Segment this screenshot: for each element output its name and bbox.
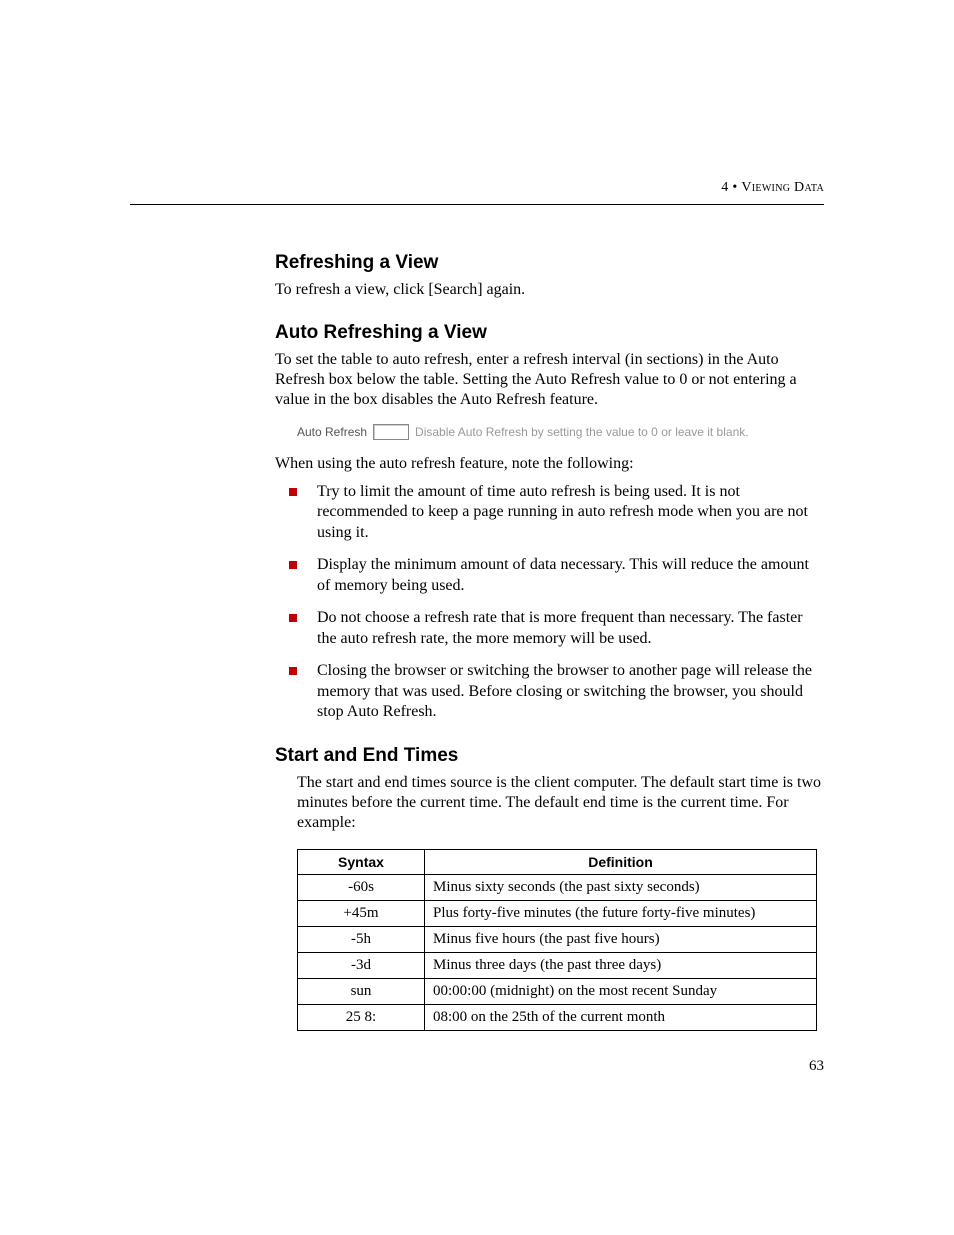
- cell-syntax: -3d: [298, 952, 425, 978]
- bullet-icon: [289, 667, 297, 675]
- auto-refresh-input[interactable]: [373, 424, 409, 440]
- chapter-number: 4: [721, 180, 728, 195]
- heading-auto-refreshing: Auto Refreshing a View: [275, 322, 824, 344]
- table-row: -5h Minus five hours (the past five hour…: [298, 926, 817, 952]
- heading-start-end: Start and End Times: [275, 745, 824, 767]
- syntax-table: Syntax Definition -60s Minus sixty secon…: [297, 849, 817, 1031]
- list-item: Closing the browser or switching the bro…: [275, 661, 824, 722]
- cell-definition: Minus sixty seconds (the past sixty seco…: [425, 874, 817, 900]
- cell-syntax: +45m: [298, 900, 425, 926]
- bullet-icon: [289, 614, 297, 622]
- table-row: -3d Minus three days (the past three day…: [298, 952, 817, 978]
- cell-syntax: -60s: [298, 874, 425, 900]
- refreshing-body: To refresh a view, click [Search] again.: [275, 280, 824, 300]
- table-row: -60s Minus sixty seconds (the past sixty…: [298, 874, 817, 900]
- cell-definition: 08:00 on the 25th of the current month: [425, 1004, 817, 1030]
- th-syntax: Syntax: [298, 849, 425, 874]
- chapter-title: Viewing Data: [741, 180, 824, 195]
- running-header: 4 • Viewing Data: [721, 180, 824, 196]
- cell-definition: Plus forty-five minutes (the future fort…: [425, 900, 817, 926]
- table-row: sun 00:00:00 (midnight) on the most rece…: [298, 978, 817, 1004]
- cell-syntax: 25 8:: [298, 1004, 425, 1030]
- cell-definition: Minus five hours (the past five hours): [425, 926, 817, 952]
- bullet-text: Try to limit the amount of time auto ref…: [317, 483, 808, 541]
- list-item: Do not choose a refresh rate that is mor…: [275, 608, 824, 649]
- auto-refresh-hint: Disable Auto Refresh by setting the valu…: [415, 425, 749, 439]
- bullet-icon: [289, 488, 297, 496]
- th-definition: Definition: [425, 849, 817, 874]
- cell-syntax: sun: [298, 978, 425, 1004]
- cell-definition: 00:00:00 (midnight) on the most recent S…: [425, 978, 817, 1004]
- table-row: 25 8: 08:00 on the 25th of the current m…: [298, 1004, 817, 1030]
- list-item: Display the minimum amount of data neces…: [275, 555, 824, 596]
- auto-refreshing-note-intro: When using the auto refresh feature, not…: [275, 454, 824, 474]
- bullet-text: Do not choose a refresh rate that is mor…: [317, 609, 803, 646]
- heading-refreshing: Refreshing a View: [275, 252, 824, 274]
- auto-refresh-label: Auto Refresh: [297, 425, 367, 439]
- cell-definition: Minus three days (the past three days): [425, 952, 817, 978]
- bullet-text: Display the minimum amount of data neces…: [317, 556, 809, 593]
- bullet-text: Closing the browser or switching the bro…: [317, 662, 812, 720]
- header-rule: [130, 204, 824, 205]
- cell-syntax: -5h: [298, 926, 425, 952]
- content-area: Refreshing a View To refresh a view, cli…: [275, 252, 824, 1031]
- header-separator: •: [732, 180, 737, 195]
- auto-refresh-figure: Auto Refresh Disable Auto Refresh by set…: [297, 424, 824, 440]
- auto-refreshing-intro: To set the table to auto refresh, enter …: [275, 350, 824, 410]
- auto-refreshing-bullets: Try to limit the amount of time auto ref…: [275, 482, 824, 723]
- list-item: Try to limit the amount of time auto ref…: [275, 482, 824, 543]
- document-page: 4 • Viewing Data Refreshing a View To re…: [0, 0, 954, 1235]
- start-end-intro: The start and end times source is the cl…: [297, 773, 824, 833]
- table-row: +45m Plus forty-five minutes (the future…: [298, 900, 817, 926]
- page-number: 63: [809, 1058, 824, 1075]
- bullet-icon: [289, 561, 297, 569]
- table-header-row: Syntax Definition: [298, 849, 817, 874]
